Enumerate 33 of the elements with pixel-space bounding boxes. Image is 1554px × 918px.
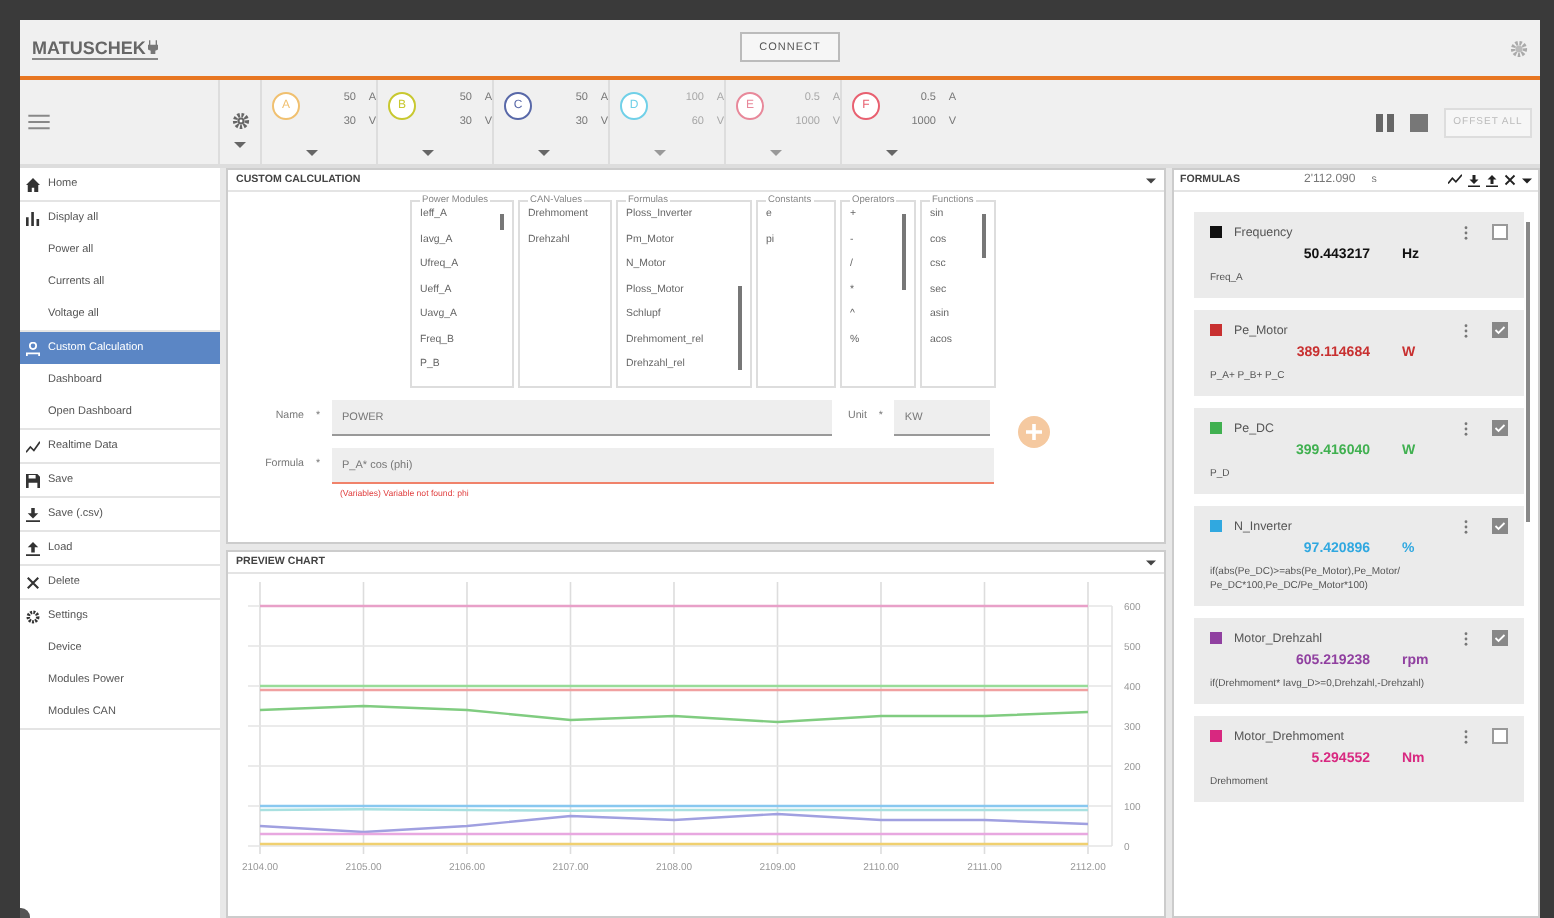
settings-icon[interactable] [231, 112, 249, 130]
settings-icon [26, 609, 40, 623]
pause-icon[interactable] [1376, 113, 1394, 131]
person-icon [26, 341, 40, 355]
home-icon [26, 177, 40, 191]
plug-icon [147, 40, 158, 54]
download-icon [26, 507, 40, 521]
checkbox[interactable] [1492, 224, 1508, 240]
scrollbar[interactable] [981, 214, 986, 258]
save-icon [26, 473, 40, 487]
bar-chart-icon [26, 211, 40, 225]
scrollbar[interactable] [1525, 222, 1530, 522]
line-chart-icon [26, 439, 40, 453]
close-icon[interactable] [1504, 174, 1516, 186]
caret-icon[interactable] [1146, 559, 1156, 565]
checkbox[interactable] [1492, 630, 1508, 646]
checkbox[interactable] [1492, 518, 1508, 534]
upload-icon[interactable] [1486, 173, 1498, 187]
stop-icon[interactable] [1410, 113, 1428, 131]
caret-icon[interactable] [1522, 177, 1532, 183]
download-icon[interactable] [1468, 173, 1480, 187]
scrollbar[interactable] [499, 214, 504, 230]
caret-icon[interactable] [1146, 177, 1156, 183]
upload-icon [26, 541, 40, 555]
close-icon [26, 575, 40, 589]
logo: MATUSCHEK [32, 37, 158, 59]
menu-icon[interactable] [28, 114, 50, 130]
scrollbar[interactable] [737, 286, 742, 370]
line-chart-icon[interactable] [1448, 174, 1462, 186]
scrollbar[interactable] [901, 214, 906, 290]
checkbox[interactable] [1492, 728, 1508, 744]
checkbox[interactable] [1492, 322, 1508, 338]
checkbox[interactable] [1492, 420, 1508, 436]
